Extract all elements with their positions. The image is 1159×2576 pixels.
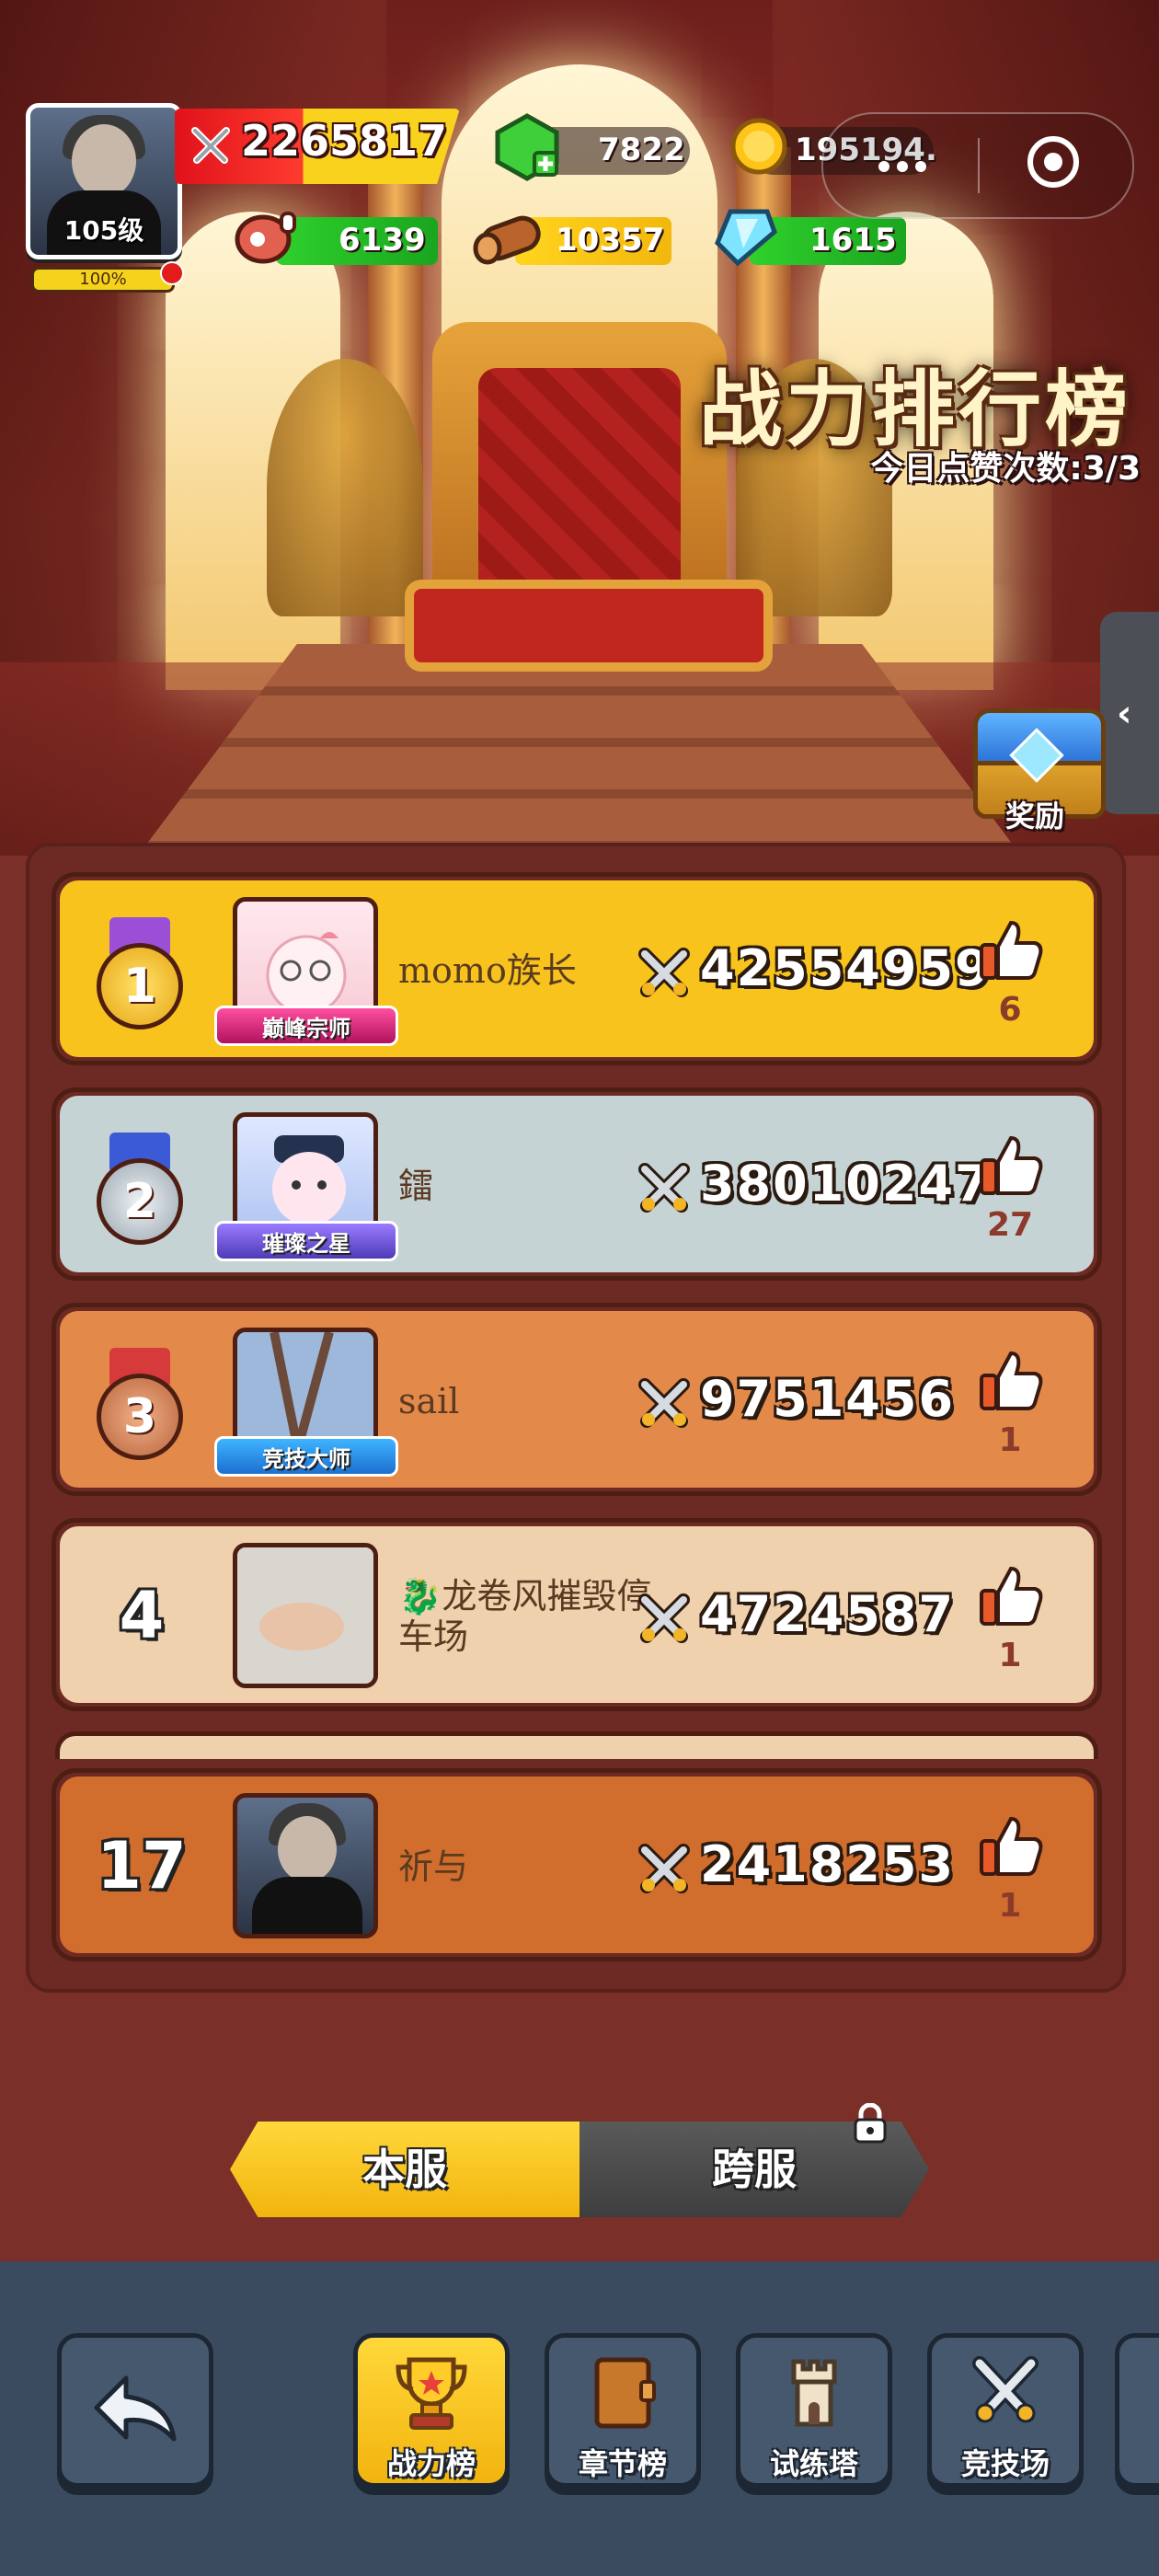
statue-left bbox=[267, 359, 423, 616]
my-ranking-row[interactable]: 17 祈与 2418253 1 bbox=[52, 1768, 1102, 1961]
more-dots-icon[interactable] bbox=[878, 158, 934, 173]
player-name: sail bbox=[398, 1381, 460, 1421]
wood-value: 10357 bbox=[556, 222, 665, 259]
player-power-value: 2265817 bbox=[241, 116, 448, 166]
likes-today-counter: 今日点赞次数:3/3 bbox=[870, 450, 1141, 488]
like-count: 1 bbox=[998, 1637, 1022, 1674]
my-name: 祈与 bbox=[398, 1846, 469, 1887]
nav-power-ranking[interactable]: 战力榜 bbox=[353, 2333, 510, 2488]
user-avatar[interactable] bbox=[233, 1543, 378, 1688]
nav-arena[interactable]: 竞技场 bbox=[927, 2333, 1084, 2488]
gold-coin-icon bbox=[730, 118, 787, 175]
back-arrow-icon bbox=[94, 2375, 177, 2442]
nav-label: 试练塔 bbox=[769, 2446, 858, 2481]
crossed-swords-icon bbox=[191, 127, 230, 164]
rank-number: 1 bbox=[122, 959, 157, 1014]
exp-bar: 100% bbox=[31, 267, 175, 293]
hands-avatar-image bbox=[237, 1547, 373, 1684]
ranking-row-5-partial bbox=[55, 1731, 1098, 1759]
notification-dot bbox=[160, 261, 184, 285]
thumbs-up-icon[interactable] bbox=[976, 1811, 1044, 1880]
crossed-swords-icon bbox=[638, 948, 690, 997]
exp-percent: 100% bbox=[79, 270, 127, 289]
crossed-swords-icon bbox=[638, 1593, 690, 1643]
ranking-row-1[interactable]: 1 巅峰宗师 momo族长 42554959 6 bbox=[52, 872, 1102, 1065]
gems-value: 7822 bbox=[598, 132, 685, 168]
player-name: momo族长 bbox=[398, 950, 577, 991]
nav-more-partial[interactable] bbox=[1115, 2333, 1159, 2488]
lock-icon bbox=[854, 2103, 887, 2144]
nav-label: 竞技场 bbox=[960, 2446, 1050, 2481]
player-power: 38010247 bbox=[700, 1155, 992, 1213]
meat-value: 6139 bbox=[339, 222, 426, 259]
green-gem-icon bbox=[495, 113, 559, 181]
reward-chest-button[interactable]: 奖励 bbox=[966, 708, 1106, 834]
my-power: 2418253 bbox=[700, 1835, 956, 1893]
thumbs-up-icon[interactable] bbox=[976, 1131, 1044, 1199]
nav-chapter-ranking[interactable]: 章节榜 bbox=[545, 2333, 701, 2488]
like-count: 1 bbox=[998, 1421, 1022, 1459]
crystal-value: 1615 bbox=[809, 222, 897, 259]
crossed-swords-icon bbox=[638, 1378, 690, 1428]
ranking-row-4[interactable]: 4 🐉龙卷风摧毁停车场 4724587 1 bbox=[52, 1518, 1102, 1711]
rank-number: 3 bbox=[122, 1389, 157, 1444]
tab-local-label: 本服 bbox=[362, 2145, 447, 2194]
player-name: 🐉龙卷风摧毁停车场 bbox=[398, 1576, 652, 1657]
chevron-left-icon: ‹ bbox=[1117, 693, 1132, 735]
tower-icon bbox=[791, 2359, 837, 2427]
trophy-icon bbox=[396, 2357, 467, 2430]
title-badge: 璀璨之星 bbox=[214, 1221, 398, 1261]
nav-trial-tower[interactable]: 试练塔 bbox=[736, 2333, 892, 2488]
side-drawer-tab[interactable]: ‹ bbox=[1100, 612, 1159, 814]
nav-label: 章节榜 bbox=[578, 2446, 667, 2481]
nav-label: 战力榜 bbox=[386, 2446, 476, 2481]
like-count: 27 bbox=[986, 1206, 1034, 1244]
gold-medal-icon: 1 bbox=[89, 917, 190, 1029]
crossed-swords-icon bbox=[638, 1163, 690, 1213]
close-target-icon[interactable] bbox=[1027, 136, 1079, 188]
like-count: 6 bbox=[998, 991, 1022, 1029]
bronze-medal-icon: 3 bbox=[89, 1348, 190, 1460]
ranking-row-3[interactable]: 3 竞技大师 sail 9751456 1 bbox=[52, 1303, 1102, 1496]
thumbs-up-icon[interactable] bbox=[976, 1561, 1044, 1629]
my-like-count: 1 bbox=[998, 1887, 1022, 1925]
rank-number: 4 bbox=[119, 1578, 165, 1653]
my-rank-number: 17 bbox=[97, 1828, 187, 1903]
back-button[interactable] bbox=[57, 2333, 213, 2488]
ranking-row-2[interactable]: 2 璀璨之星 鐳 38010247 27 bbox=[52, 1087, 1102, 1281]
crossed-swords-icon bbox=[972, 2356, 1039, 2423]
reward-label: 奖励 bbox=[1004, 799, 1064, 834]
title-badge: 竞技大师 bbox=[214, 1436, 398, 1477]
player-power: 9751456 bbox=[700, 1370, 956, 1428]
player-avatar[interactable]: 105级 bbox=[26, 103, 182, 259]
mini-program-capsule bbox=[821, 112, 1134, 219]
crossed-swords-icon bbox=[638, 1844, 690, 1893]
tab-local-server[interactable]: 本服 bbox=[230, 2122, 580, 2217]
my-avatar[interactable] bbox=[233, 1793, 378, 1938]
crystal-icon bbox=[715, 209, 777, 267]
title-badge: 巅峰宗师 bbox=[214, 1006, 398, 1046]
wood-log-icon bbox=[473, 215, 541, 265]
player-power-bar: 2265817 bbox=[175, 109, 460, 184]
player-level: 105级 bbox=[63, 215, 144, 246]
meat-icon bbox=[235, 212, 296, 264]
thumbs-up-icon[interactable] bbox=[976, 915, 1044, 983]
player-power: 42554959 bbox=[700, 939, 992, 997]
player-power: 4724587 bbox=[700, 1585, 956, 1643]
thumbs-up-icon[interactable] bbox=[976, 1346, 1044, 1414]
silver-medal-icon: 2 bbox=[89, 1133, 190, 1245]
book-icon bbox=[594, 2357, 656, 2429]
player-name: 鐳 bbox=[398, 1166, 434, 1206]
rank-number: 2 bbox=[122, 1174, 157, 1229]
